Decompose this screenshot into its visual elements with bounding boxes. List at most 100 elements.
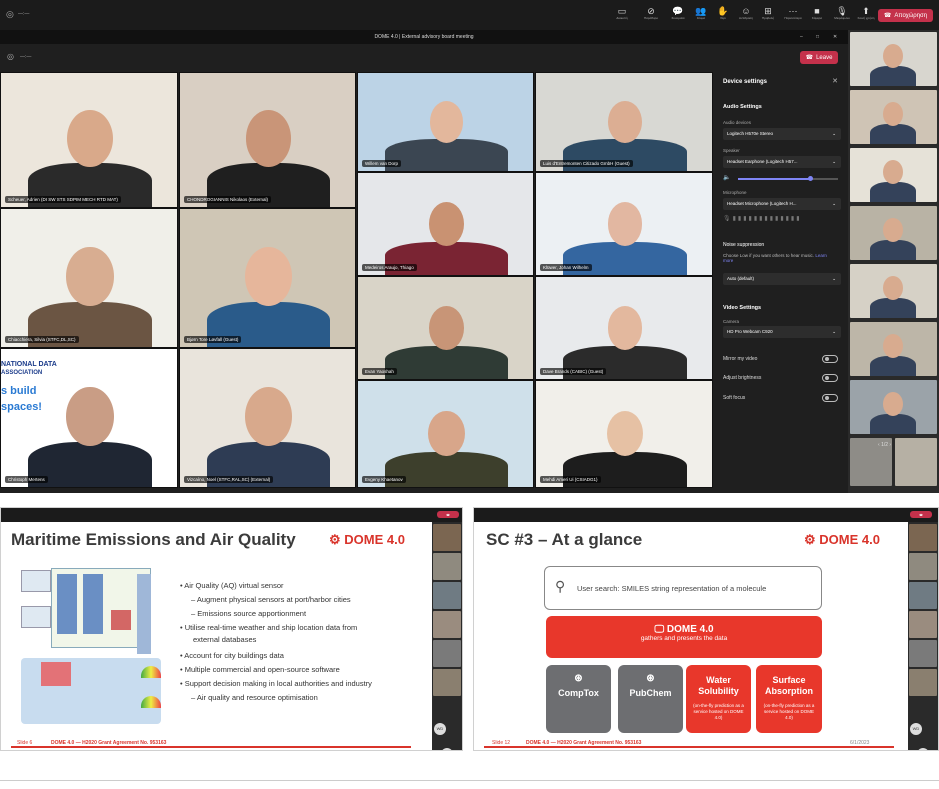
participant-thumbnail[interactable]: [850, 32, 937, 86]
network-icon: ⊛: [646, 673, 655, 684]
participant-thumbnail[interactable]: [850, 148, 937, 202]
meeting-timer: —:—: [20, 54, 32, 60]
participant-thumbnail[interactable]: [895, 438, 937, 486]
participant-name: Dave Brands (CABIC) (Guest): [540, 368, 607, 375]
leave-button[interactable]: ☎: [910, 511, 932, 518]
participant-name: CHONDROGIANNIS Nikolaos (External): [184, 196, 272, 203]
dome-logo: ⚙ DOME 4.0: [329, 532, 405, 547]
video-tile[interactable]: CHONDROGIANNIS Nikolaos (External): [179, 72, 356, 208]
participant-name: Medeiros Araujo, Thiago: [362, 264, 417, 271]
maximize-icon[interactable]: □: [816, 30, 819, 44]
people-button[interactable]: 👥 Άτομα: [690, 6, 712, 20]
microphone-select[interactable]: Headset Microphone (Logitech H... ⌄: [723, 198, 841, 210]
video-tile[interactable]: Dave Brands (CABIC) (Guest): [535, 276, 713, 380]
outer-leave-button[interactable]: ☎ Αποχώρηση: [878, 9, 933, 22]
hand-icon: ✋: [717, 6, 729, 16]
dome-logo: ⚙ DOME 4.0: [804, 532, 880, 547]
mirror-toggle[interactable]: [822, 355, 838, 363]
network-icon: ⊛: [574, 673, 583, 684]
footer-rule: [11, 746, 411, 748]
video-tile[interactable]: Scheuer, Adrien (DI SW STS SDPIM MECH RT…: [0, 72, 178, 208]
soft-focus-toggle[interactable]: [822, 394, 838, 402]
chevron-right-icon[interactable]: ›: [889, 442, 891, 448]
slide-window-toolbar: ☎: [1, 508, 462, 522]
slide-title: SC #3 – At a glance: [486, 530, 643, 549]
share-button[interactable]: ⬆ Κοινή χρήση: [855, 6, 877, 20]
video-tile[interactable]: Christoph Mertens NATIONAL DATA ASSOCIATIO…: [0, 348, 178, 488]
people-icon: 👥: [695, 6, 707, 16]
video-tile[interactable]: Luis d'Entremonten Citizado GmbH (Guest): [535, 72, 713, 172]
video-tile[interactable]: Medeiros Araujo, Thiago: [357, 172, 534, 276]
outer-meeting-bar: ◎ —:— ▭ Διακοπή ⊘ Παράθυρο 💬 Συνομιλία 👥 Άτομα ✋…: [0, 0, 939, 30]
chat-button[interactable]: 💬 Συνομιλία: [667, 6, 689, 20]
chevron-down-icon: ⌄: [832, 131, 836, 136]
noise-description: Choose Low if you want others to hear mu…: [723, 253, 827, 263]
speaker-select[interactable]: Headset Earphone (Logitech H57... ⌄: [723, 156, 841, 168]
minimize-icon[interactable]: –: [800, 30, 803, 44]
screen-button[interactable]: ▭ Διακοπή: [611, 6, 633, 20]
camera-select[interactable]: HD Pro Webcam C920 ⌄: [723, 326, 841, 338]
participant-thumbnail[interactable]: [850, 264, 937, 318]
participant-head: [245, 110, 292, 168]
volume-slider[interactable]: [738, 176, 838, 181]
volume-thumb[interactable]: [808, 176, 813, 181]
chevron-down-icon: ⌄: [832, 276, 836, 281]
brightness-toggle[interactable]: [822, 374, 838, 382]
participant-strip: [848, 30, 939, 493]
block-button[interactable]: ⊘ Παράθυρο: [640, 6, 662, 20]
chevron-left-icon[interactable]: ‹: [878, 442, 880, 448]
water-solubility-box: Water Solubility (on-the-fly prediction …: [686, 665, 751, 733]
react-button[interactable]: ☺ Αντίδραση: [735, 6, 757, 20]
noise-select[interactable]: Auto (default) ⌄: [723, 273, 841, 285]
slide-overlay-text: ASSOCIATION: [1, 370, 43, 376]
mic-button[interactable]: 🎙 Μικρόφωνο: [831, 6, 853, 20]
video-tile[interactable]: Willem van Dorp: [357, 72, 534, 172]
video-tile[interactable]: Klüwer, Johan Wilhelm: [535, 172, 713, 276]
avatar: CN: [917, 748, 929, 750]
view-icon: ⊞: [764, 6, 772, 16]
participant-name: Vizcaíno, Noel (STFC,RAL,SC) (External): [184, 476, 274, 483]
avatar: WD: [434, 723, 446, 735]
participant-head: [883, 334, 903, 358]
hand-button[interactable]: ✋ Χέρι: [712, 6, 734, 20]
speaker-label: Speaker: [723, 148, 740, 153]
video-tile[interactable]: Mehdi Ameri Ui (CSIADG1): [535, 380, 713, 488]
meeting-timer: —:—: [18, 11, 30, 17]
dome-logo-icon: ⚙: [329, 532, 341, 547]
participant-head: [883, 392, 903, 416]
leave-button[interactable]: ☎: [437, 511, 459, 518]
view-button[interactable]: ⊞ Προβολή: [757, 6, 779, 20]
share-icon: ⬆: [862, 6, 870, 16]
participant-head: [244, 247, 292, 307]
mic-level-meter: 🎙▮▮▮▮▮▮▮▮▮▮▮▮▮: [723, 216, 802, 222]
shield-icon: ◎: [6, 9, 14, 19]
more-button[interactable]: ⋯ Περισσότερα: [782, 6, 804, 20]
video-tile[interactable]: Bjørn Tore Løvfall (Guest): [179, 208, 356, 348]
slide-participant-strip: WD CN: [432, 522, 462, 750]
video-tile[interactable]: Vizcaíno, Noel (STFC,RAL,SC) (External): [179, 348, 356, 488]
participant-name: Mehdi Ameri Ui (CSIADG1): [540, 476, 601, 483]
pager[interactable]: ‹ 1/2 ›: [878, 442, 891, 448]
emissions-diagram: [21, 566, 161, 726]
video-tile[interactable]: Chiacchiera, Silvia (STFC,DL,SC): [0, 208, 178, 348]
leave-button[interactable]: ☎ Leave: [800, 51, 838, 64]
video-tile[interactable]: Evan Yaoshah: [357, 276, 534, 380]
participant-thumbnail[interactable]: [850, 90, 937, 144]
meeting-header: ◎ —:— 💬Chat👥People✋Raise☺React⊞View⋯More…: [0, 44, 848, 103]
participant-thumbnail[interactable]: [850, 380, 937, 434]
video-tile[interactable]: Evgeny Khaetanov: [357, 380, 534, 488]
avatar: WD: [910, 723, 922, 735]
participant-thumbnail[interactable]: [850, 206, 937, 260]
participant-thumbnail[interactable]: [850, 322, 937, 376]
audio-device-select[interactable]: Logitech H570e Stereo ⌄: [723, 128, 841, 140]
close-icon[interactable]: ✕: [832, 77, 838, 85]
close-icon[interactable]: ✕: [833, 30, 837, 44]
screen-icon: ▭: [617, 6, 627, 16]
chat-icon: 💬: [672, 6, 684, 16]
participant-name: Luis d'Entremonten Citizado GmbH (Guest): [540, 160, 633, 167]
camera-button[interactable]: ■ Κάμερα: [806, 6, 828, 20]
participant-head: [883, 160, 903, 184]
participant-body: [870, 356, 916, 376]
participant-head: [429, 306, 464, 350]
participant-name: Christoph Mertens: [5, 476, 48, 483]
